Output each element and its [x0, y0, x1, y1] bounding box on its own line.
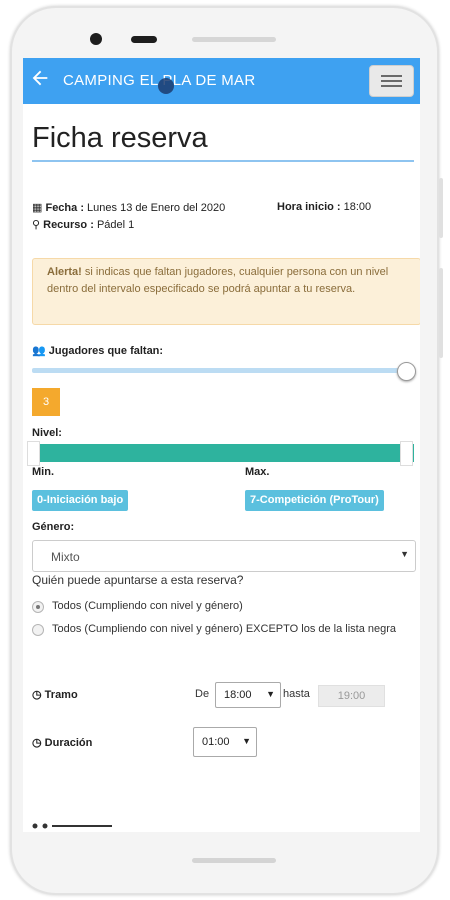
players-label-row: 👥 Jugadores que faltan: — [32, 344, 163, 357]
level-max-badge: 7-Competición (ProTour) — [245, 490, 384, 511]
date-value: Lunes 13 de Enero del 2020 — [87, 202, 226, 214]
menu-button[interactable] — [369, 65, 414, 97]
alert-text: si indicas que faltan jugadores, cualqui… — [47, 266, 389, 295]
resource-label: Recurso : — [43, 219, 94, 231]
start-time-row: Hora inicio : 18:00 — [277, 201, 371, 213]
date-label: Fecha : — [45, 202, 84, 214]
touch-indicator — [158, 78, 174, 94]
alert-box: Alerta! si indicas que faltan jugadores,… — [32, 258, 420, 325]
map-marker-icon: ⚲ — [32, 219, 41, 231]
radio-all-except-blacklist[interactable] — [32, 624, 44, 636]
duration-label-row: ◷ Duración — [32, 736, 92, 749]
radio-all-except-blacklist-label: Todos (Cumpliendo con nivel y género) EX… — [52, 623, 397, 635]
level-label: Nivel: — [32, 427, 62, 439]
resource-value: Pádel 1 — [96, 219, 135, 231]
start-time-label: Hora inicio : — [277, 201, 341, 213]
slot-label: Tramo — [44, 689, 78, 701]
front-camera — [90, 33, 102, 45]
date-row: ▦ Fecha : Lunes 13 de Enero del 2020 — [32, 201, 225, 214]
players-count: 3 — [32, 388, 60, 416]
users-icon: 👥 — [32, 345, 46, 357]
level-range-bar[interactable] — [32, 444, 414, 462]
sensor — [131, 36, 157, 43]
clock-icon: ◷ — [32, 737, 42, 749]
home-indicator — [192, 858, 276, 863]
players-slider-track[interactable] — [32, 368, 405, 373]
start-time-value: 18:00 — [343, 201, 372, 213]
level-max-handle[interactable] — [400, 441, 413, 466]
slot-from-label: De — [195, 688, 210, 700]
title-divider — [32, 160, 414, 162]
resource-row: ⚲ Recurso : Pádel 1 — [32, 218, 134, 231]
level-min-badge: 0-Iniciación bajo — [32, 490, 129, 511]
clipped-content-edge — [32, 823, 112, 829]
duration-select[interactable]: 01:00 ▼ — [193, 727, 257, 757]
players-slider-handle[interactable] — [397, 362, 416, 381]
level-max-label: Max. — [245, 466, 270, 478]
calendar-icon: ▦ — [32, 202, 43, 214]
slot-to-label: hasta — [283, 688, 310, 700]
volume-button — [439, 268, 443, 358]
hamburger-icon — [381, 75, 402, 77]
slot-from-select[interactable]: 18:00 ▼ — [215, 682, 281, 708]
level-min-label: Min. — [32, 466, 54, 478]
chevron-down-icon: ▼ — [242, 736, 251, 746]
slot-to-input: 19:00 — [318, 685, 385, 707]
radio-all-label: Todos (Cumpliendo con nivel y género) — [52, 600, 243, 612]
power-button — [439, 178, 443, 238]
app-screen: CAMPING EL PLA DE MAR Ficha reserva ▦ Fe… — [23, 58, 420, 832]
duration-value: 01:00 — [202, 736, 230, 748]
app-bar: CAMPING EL PLA DE MAR — [23, 58, 420, 104]
chevron-down-icon: ▼ — [266, 689, 275, 699]
arrow-left-icon[interactable] — [29, 67, 51, 89]
slot-label-row: ◷ Tramo — [32, 688, 78, 701]
gender-select[interactable]: Mixto ▼ — [32, 540, 416, 572]
chevron-down-icon: ▼ — [400, 549, 409, 559]
alert-title: Alerta! — [47, 266, 82, 278]
gender-select-value: Mixto — [51, 550, 80, 564]
duration-label: Duración — [44, 737, 93, 749]
gender-label: Género: — [32, 521, 75, 533]
page-title: Ficha reserva — [32, 122, 208, 154]
clock-icon: ◷ — [32, 689, 42, 701]
radio-all[interactable] — [32, 601, 44, 613]
who-can-join-question: Quién puede apuntarse a esta reserva? — [32, 573, 244, 587]
earpiece-speaker — [192, 37, 276, 42]
slot-from-value: 18:00 — [224, 689, 252, 701]
level-min-handle[interactable] — [27, 441, 40, 466]
players-label: Jugadores que faltan: — [48, 345, 164, 357]
